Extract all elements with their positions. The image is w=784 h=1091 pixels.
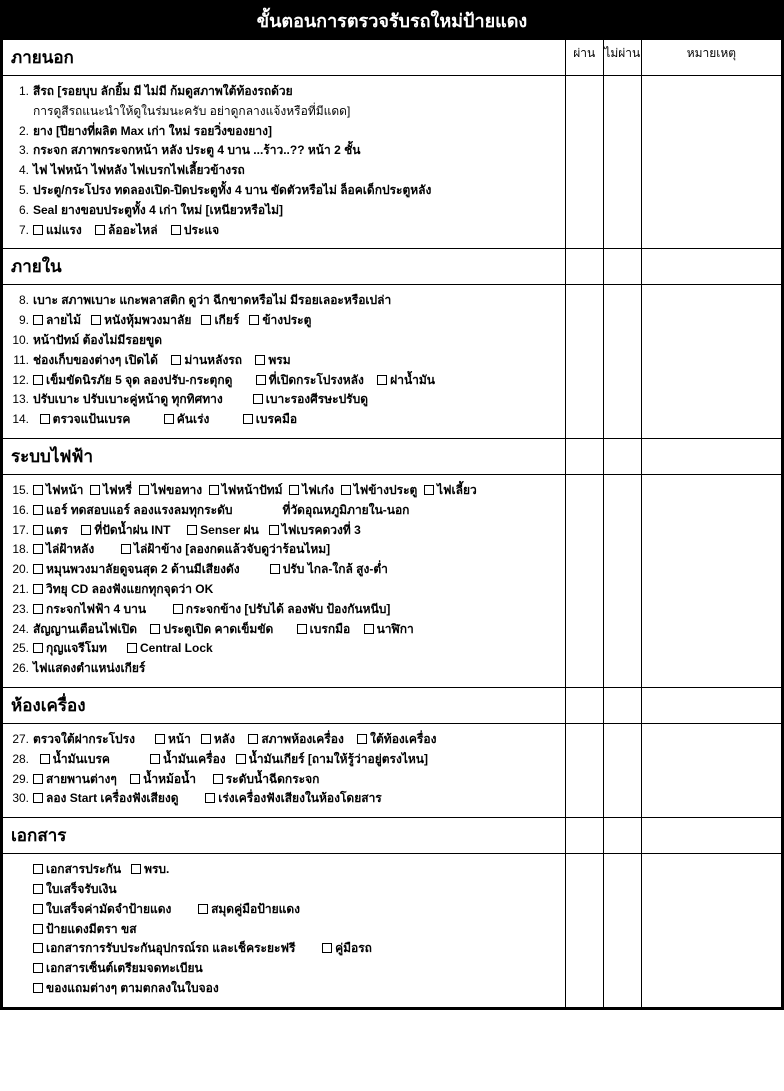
checkbox[interactable] bbox=[249, 315, 259, 325]
checkbox[interactable] bbox=[33, 525, 43, 535]
checkbox[interactable] bbox=[187, 525, 197, 535]
checklist-page: ขั้นตอนการตรวจรับรถใหม่ป้ายแดง ภายนอก ผ่… bbox=[0, 0, 784, 1010]
section-exterior-head: ภายนอก bbox=[3, 40, 566, 76]
fail-cell[interactable] bbox=[603, 76, 641, 249]
checkbox[interactable] bbox=[270, 564, 280, 574]
checkbox[interactable] bbox=[33, 315, 43, 325]
checkbox[interactable] bbox=[171, 355, 181, 365]
section-interior: 8.เบาะ สภาพเบาะ แกะพลาสติก ดูว่า ฉีกขาดห… bbox=[3, 285, 566, 439]
checklist-table: ภายนอก ผ่าน ไม่ผ่าน หมายเหตุ 1.สีรถ [รอย… bbox=[2, 39, 782, 1008]
checkbox[interactable] bbox=[40, 414, 50, 424]
section-exterior: 1.สีรถ [รอยบุบ ลักยิ้ม มี ไม่มี ก้มดูสภา… bbox=[3, 76, 566, 249]
checkbox[interactable] bbox=[209, 485, 219, 495]
checkbox[interactable] bbox=[364, 624, 374, 634]
section-documents-head: เอกสาร bbox=[3, 818, 566, 854]
checkbox[interactable] bbox=[33, 774, 43, 784]
section-interior-head: ภายใน bbox=[3, 249, 566, 285]
checkbox[interactable] bbox=[164, 414, 174, 424]
pass-cell[interactable] bbox=[565, 76, 603, 249]
checkbox[interactable] bbox=[297, 624, 307, 634]
checkbox[interactable] bbox=[171, 225, 181, 235]
checkbox[interactable] bbox=[341, 485, 351, 495]
checkbox[interactable] bbox=[90, 485, 100, 495]
checkbox[interactable] bbox=[33, 643, 43, 653]
checkbox[interactable] bbox=[139, 485, 149, 495]
checkbox[interactable] bbox=[127, 643, 137, 653]
checkbox[interactable] bbox=[155, 734, 165, 744]
checkbox[interactable] bbox=[33, 225, 43, 235]
checkbox[interactable] bbox=[33, 983, 43, 993]
note-cell[interactable] bbox=[641, 76, 781, 249]
checkbox[interactable] bbox=[201, 315, 211, 325]
checkbox[interactable] bbox=[236, 754, 246, 764]
section-electric: 15. ไฟหน้า ไฟหรี่ ไฟขอทาง ไฟหน้าปัทม์ ไฟ… bbox=[3, 474, 566, 687]
checkbox[interactable] bbox=[33, 584, 43, 594]
section-engine-head: ห้องเครื่อง bbox=[3, 687, 566, 723]
checkbox[interactable] bbox=[198, 904, 208, 914]
col-pass: ผ่าน bbox=[565, 40, 603, 76]
checkbox[interactable] bbox=[33, 564, 43, 574]
checkbox[interactable] bbox=[424, 485, 434, 495]
checkbox[interactable] bbox=[253, 394, 263, 404]
checkbox[interactable] bbox=[269, 525, 279, 535]
checkbox[interactable] bbox=[377, 375, 387, 385]
checkbox[interactable] bbox=[33, 904, 43, 914]
checkbox[interactable] bbox=[91, 315, 101, 325]
checkbox[interactable] bbox=[33, 604, 43, 614]
checkbox[interactable] bbox=[322, 943, 332, 953]
checkbox[interactable] bbox=[33, 864, 43, 874]
checkbox[interactable] bbox=[33, 505, 43, 515]
checkbox[interactable] bbox=[40, 754, 50, 764]
checkbox[interactable] bbox=[130, 774, 140, 784]
checkbox[interactable] bbox=[121, 544, 131, 554]
checkbox[interactable] bbox=[150, 624, 160, 634]
checkbox[interactable] bbox=[33, 924, 43, 934]
checkbox[interactable] bbox=[256, 375, 266, 385]
checkbox[interactable] bbox=[33, 793, 43, 803]
checkbox[interactable] bbox=[33, 884, 43, 894]
section-documents: เอกสารประกัน พรบ. ใบเสร็จรับเงิน ใบเสร็จ… bbox=[3, 854, 566, 1008]
checkbox[interactable] bbox=[33, 963, 43, 973]
checkbox[interactable] bbox=[213, 774, 223, 784]
checkbox[interactable] bbox=[131, 864, 141, 874]
checkbox[interactable] bbox=[243, 414, 253, 424]
checkbox[interactable] bbox=[33, 485, 43, 495]
page-title: ขั้นตอนการตรวจรับรถใหม่ป้ายแดง bbox=[2, 2, 782, 39]
checkbox[interactable] bbox=[201, 734, 211, 744]
col-fail: ไม่ผ่าน bbox=[603, 40, 641, 76]
checkbox[interactable] bbox=[255, 355, 265, 365]
checkbox[interactable] bbox=[81, 525, 91, 535]
checkbox[interactable] bbox=[173, 604, 183, 614]
checkbox[interactable] bbox=[205, 793, 215, 803]
checkbox[interactable] bbox=[33, 943, 43, 953]
checkbox[interactable] bbox=[33, 544, 43, 554]
checkbox[interactable] bbox=[357, 734, 367, 744]
col-note: หมายเหตุ bbox=[641, 40, 781, 76]
checkbox[interactable] bbox=[248, 734, 258, 744]
checkbox[interactable] bbox=[289, 485, 299, 495]
checkbox[interactable] bbox=[33, 375, 43, 385]
section-engine: 27. ตรวจใต้ฝากระโปรง หน้า หลัง สภาพห้องเ… bbox=[3, 723, 566, 817]
checkbox[interactable] bbox=[150, 754, 160, 764]
checkbox[interactable] bbox=[95, 225, 105, 235]
section-electric-head: ระบบไฟฟ้า bbox=[3, 438, 566, 474]
